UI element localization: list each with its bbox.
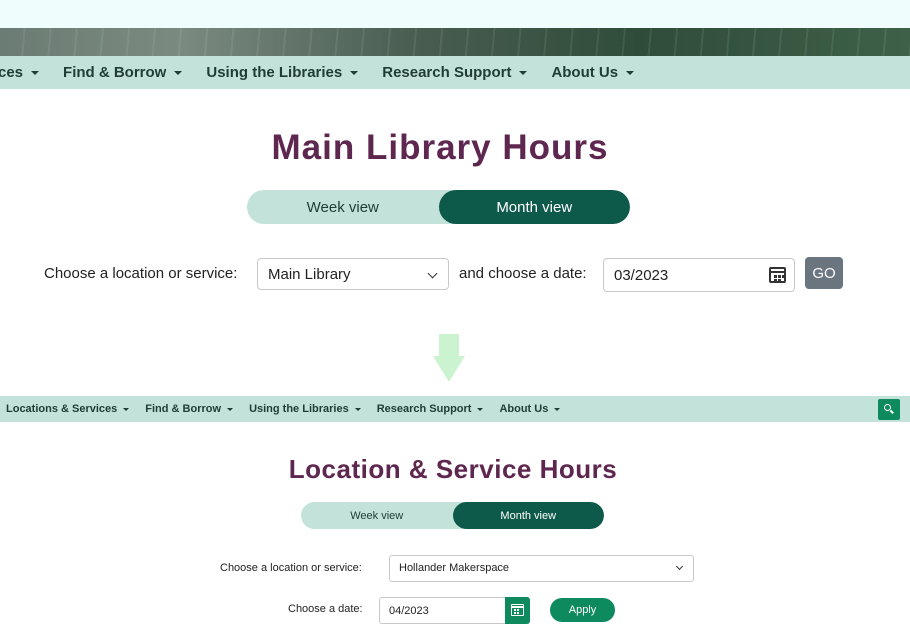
caret-down-icon [227, 407, 234, 411]
date-input[interactable]: 04/2023 [379, 597, 505, 624]
caret-down-icon [626, 70, 635, 75]
calendar-icon[interactable] [769, 267, 786, 283]
hours-form-old: Choose a location or service: Main Libra… [0, 257, 910, 292]
date-input[interactable]: 03/2023 [603, 258, 795, 292]
arrow-down-icon [433, 334, 465, 384]
nav-item-about-us[interactable]: About Us [499, 403, 561, 415]
main-nav-old: ces Find & Borrow Using the Libraries Re… [0, 56, 910, 89]
page-title-new: Location & Service Hours [288, 454, 618, 484]
week-view-button[interactable]: Week view [301, 502, 453, 529]
nav-item-research-support[interactable]: Research Support [382, 64, 528, 81]
location-select[interactable]: Main Library [257, 258, 449, 290]
location-select[interactable]: Hollander Makerspace [389, 555, 694, 582]
caret-down-icon [354, 407, 361, 411]
nav-item-locations-services[interactable]: Locations & Services [6, 403, 130, 415]
caret-down-icon [123, 407, 130, 411]
main-nav-new: Locations & Services Find & Borrow Using… [0, 396, 910, 422]
nav-item-about-us[interactable]: About Us [551, 64, 635, 81]
search-button[interactable] [878, 399, 900, 420]
location-label: Choose a location or service: [44, 265, 238, 282]
location-label: Choose a location or service: [220, 562, 362, 574]
chevron-down-icon [427, 268, 438, 279]
nav-item-research-support[interactable]: Research Support [377, 403, 484, 415]
caret-down-icon [350, 70, 359, 75]
calendar-button[interactable] [505, 597, 530, 624]
date-label: Choose a date: [288, 603, 363, 615]
week-view-button[interactable]: Week view [247, 190, 439, 224]
nav-item-find-borrow[interactable]: Find & Borrow [63, 64, 183, 81]
nav-item-using-libraries[interactable]: Using the Libraries [206, 64, 359, 81]
nav-item-using-libraries[interactable]: Using the Libraries [249, 403, 361, 415]
caret-down-icon [519, 70, 528, 75]
month-view-button[interactable]: Month view [452, 502, 604, 529]
nav-item-locations-services[interactable]: ces [0, 64, 40, 81]
apply-button[interactable]: Apply [550, 598, 615, 622]
hero-banner: Libraries [0, 0, 910, 56]
month-view-button[interactable]: Month view [438, 190, 630, 224]
caret-down-icon [554, 407, 561, 411]
date-label: and choose a date: [459, 265, 587, 282]
view-toggle-old: Week view Month view [247, 190, 630, 224]
page-title-old: Main Library Hours [271, 128, 609, 167]
nav-item-find-borrow[interactable]: Find & Borrow [145, 403, 234, 415]
calendar-icon [511, 604, 524, 616]
caret-down-icon [174, 70, 183, 75]
caret-down-icon [31, 70, 40, 75]
caret-down-icon [477, 407, 484, 411]
chevron-down-icon [675, 562, 684, 571]
view-toggle-new: Week view Month view [301, 502, 604, 529]
go-button[interactable]: GO [805, 257, 843, 289]
